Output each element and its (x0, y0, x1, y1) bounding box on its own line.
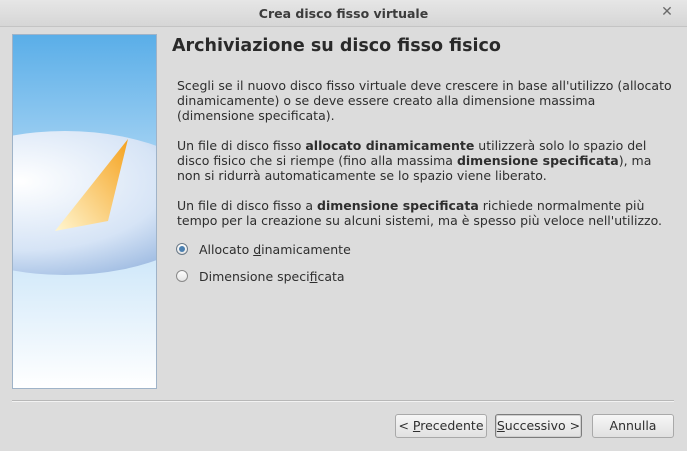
description-intro: Scegli se il nuovo disco fisso virtuale … (177, 78, 672, 123)
description-dynamic: Un file di disco fisso allocato dinamica… (177, 138, 652, 183)
radio-label-fixed: Dimensione specificata (199, 268, 345, 284)
radio-button-unchecked[interactable] (176, 270, 188, 282)
button-separator (12, 400, 674, 402)
radio-button-checked[interactable] (176, 243, 188, 255)
next-button[interactable]: Successivo > (495, 414, 582, 438)
window-title: Crea disco fisso virtuale (258, 6, 429, 21)
back-button[interactable]: < Precedente (395, 414, 487, 438)
wizard-side-image (12, 34, 157, 389)
cancel-button[interactable]: Annulla (592, 414, 674, 438)
radio-fixed-size[interactable]: Dimensione specificata (176, 267, 345, 285)
radio-dynamic-allocation[interactable]: Allocato dinamicamente (176, 240, 351, 258)
hard-disk-pie-illustration (13, 35, 156, 388)
page-title: Archiviazione su disco fisso fisico (172, 36, 501, 56)
close-icon[interactable]: ✕ (659, 4, 675, 20)
radio-label-dynamic: Allocato dinamicamente (199, 241, 351, 257)
title-bar: Crea disco fisso virtuale ✕ (0, 0, 687, 27)
description-fixed: Un file di disco fisso a dimensione spec… (177, 198, 662, 228)
